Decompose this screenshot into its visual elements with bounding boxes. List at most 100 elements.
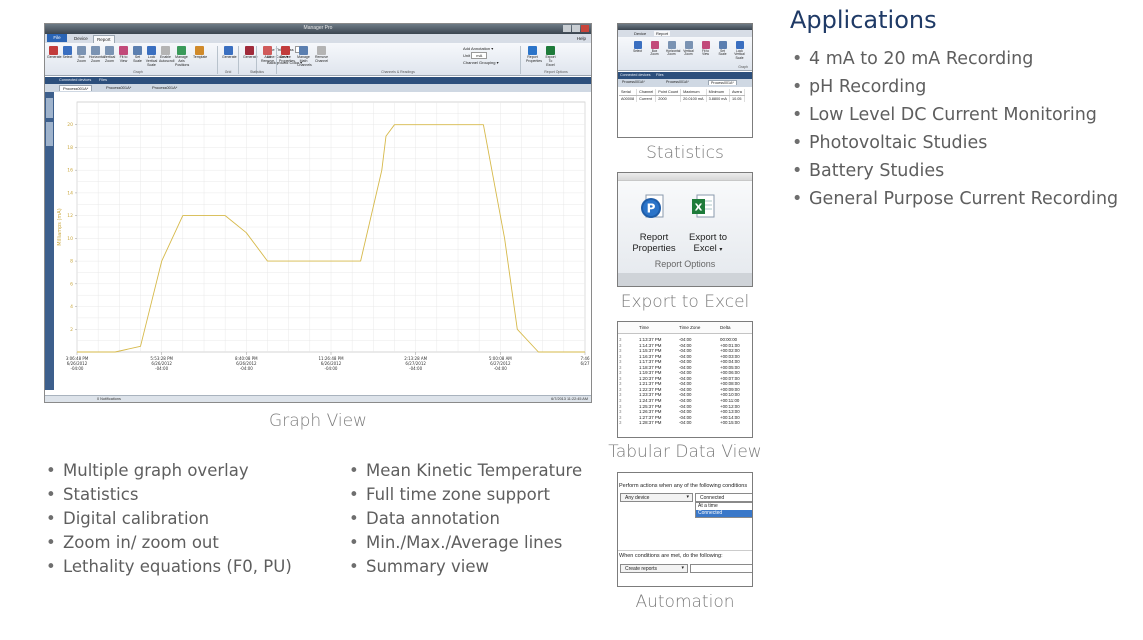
ribbon-button[interactable]: Template bbox=[193, 46, 207, 60]
caption-statistics: Statistics bbox=[646, 143, 724, 163]
ribbon-button-icon bbox=[133, 46, 142, 55]
stats-tab-device[interactable]: Device bbox=[632, 31, 648, 36]
ribbon-button[interactable]: Export To Excel bbox=[544, 46, 557, 67]
ribbon-button[interactable]: Box Zoom bbox=[75, 46, 88, 64]
ribbon-button-icon bbox=[546, 46, 555, 55]
doc-tab-3[interactable]: Process001A* bbox=[149, 85, 180, 90]
condition-select[interactable]: Connected bbox=[695, 493, 752, 502]
stats-tab-files[interactable]: Files bbox=[656, 73, 664, 77]
applications-list: 4 mA to 20 mA RecordingpH RecordingLow L… bbox=[790, 45, 1118, 213]
y-tick-label: 18 bbox=[67, 145, 73, 151]
ribbon-group-label: Grid bbox=[224, 70, 232, 74]
ribbon-button[interactable]: Manage Axis Positions bbox=[175, 46, 189, 67]
automation-prompt: Perform actions when any of the followin… bbox=[619, 483, 748, 489]
add-annotation-button[interactable]: Add Annotation bbox=[463, 46, 490, 51]
stats-ribbon-button[interactable]: Select bbox=[632, 41, 643, 53]
ribbon-button-icon bbox=[224, 46, 233, 55]
export-to-excel-button[interactable]: Export to Excel ▾ bbox=[682, 232, 734, 256]
stats-ribbon-button[interactable]: Fit to View bbox=[700, 41, 711, 57]
x-tick-label: -04:00 bbox=[409, 366, 422, 371]
ribbon-button[interactable]: Fit to View bbox=[117, 46, 130, 64]
excel-icon[interactable]: X bbox=[690, 193, 716, 221]
report-options-group-label: Report Options bbox=[654, 259, 716, 269]
stats-ribbon-button[interactable]: Set Scale bbox=[717, 41, 728, 57]
ribbon-button[interactable]: Report Properties bbox=[526, 46, 542, 64]
ribbon-button[interactable]: Manage Math Channels bbox=[297, 46, 312, 67]
report-properties-button[interactable]: Report Properties bbox=[626, 232, 682, 254]
delta-cell: +00:15:00 bbox=[720, 420, 740, 426]
maximize-icon[interactable] bbox=[572, 25, 580, 32]
stats-ribbon-button[interactable]: Vertical Zoom bbox=[683, 41, 694, 57]
close-icon[interactable] bbox=[581, 25, 589, 32]
action-parameter-field[interactable] bbox=[690, 564, 752, 573]
table-row[interactable]: A00008 Current 2000 20.0100 mA 3.8800 mA 10.0… bbox=[619, 95, 745, 102]
y-tick-label: 16 bbox=[67, 168, 73, 174]
ribbon-button-icon bbox=[91, 46, 100, 55]
report-properties-icon[interactable]: P bbox=[640, 193, 666, 221]
unit-select[interactable]: mA bbox=[471, 52, 488, 59]
table-row[interactable]: 3 1:28:37 PM -04:00 +00:15:00 bbox=[618, 420, 752, 426]
dropdown-option-at-a-time[interactable]: At a time bbox=[696, 503, 752, 510]
export-bottom-band bbox=[618, 273, 752, 286]
svg-text:X: X bbox=[695, 203, 703, 214]
side-tab-devices[interactable] bbox=[46, 98, 53, 118]
ribbon-button-icon bbox=[633, 41, 642, 49]
feature-item: Lethality equations (F0, PU) bbox=[44, 555, 292, 579]
x-tick-label: -04:00 bbox=[155, 366, 168, 371]
stats-ribbon-button[interactable]: Horizontal Zoom bbox=[666, 41, 680, 57]
ribbon-button[interactable]: Device Properties bbox=[279, 46, 295, 64]
stats-ribbon-group: Graph bbox=[738, 65, 748, 69]
x-tick-label: 6/27 bbox=[581, 361, 590, 366]
stats-doc-tab-2[interactable]: Process001A* bbox=[664, 80, 691, 84]
stats-tab-bar: Device Report bbox=[618, 30, 752, 37]
stats-tab-connected[interactable]: Connected devices bbox=[620, 73, 651, 77]
tab-report[interactable]: Report bbox=[93, 35, 115, 43]
doc-tab-2[interactable]: Process001A* bbox=[103, 85, 134, 90]
minimize-icon[interactable] bbox=[563, 25, 571, 32]
ribbon-button[interactable]: Remove Channel bbox=[315, 46, 328, 64]
tab-file[interactable]: File bbox=[47, 34, 67, 42]
stats-ribbon-button[interactable]: Box Zoom bbox=[649, 41, 660, 57]
ribbon-button-icon bbox=[317, 46, 326, 55]
caption-graph-view: Graph View bbox=[269, 411, 367, 431]
ribbon-button[interactable]: Set Scale bbox=[131, 46, 144, 64]
tab-connected-devices[interactable]: Connected devices bbox=[59, 78, 91, 82]
application-item: Battery Studies bbox=[790, 157, 1118, 185]
column-time-zone[interactable]: Time Zone bbox=[679, 325, 700, 330]
doc-tab-1[interactable]: Process001A* bbox=[59, 85, 93, 91]
column-delta[interactable]: Delta bbox=[720, 325, 731, 330]
stats-tab-report[interactable]: Report bbox=[654, 31, 671, 36]
ribbon-button[interactable]: Add Remove bbox=[261, 46, 274, 64]
ribbon-button[interactable]: Vertical Zoom bbox=[103, 46, 116, 64]
ribbon-button-icon bbox=[105, 46, 114, 55]
channel-grouping-button[interactable]: Channel Grouping bbox=[463, 60, 495, 65]
tab-help[interactable]: Help bbox=[574, 35, 589, 42]
column-time[interactable]: Time bbox=[639, 325, 649, 330]
tab-files[interactable]: Files bbox=[99, 78, 107, 82]
ribbon-button-icon bbox=[63, 46, 72, 55]
feature-item: Summary view bbox=[347, 555, 582, 579]
side-panel bbox=[45, 92, 54, 390]
ribbon-button[interactable]: Enable Autoscroll bbox=[159, 46, 174, 64]
ribbon-button[interactable]: Generate bbox=[243, 46, 258, 60]
dropdown-option-connected[interactable]: Connected bbox=[696, 510, 752, 517]
graph-chart[interactable]: 2468101214161820Milliamps (mA)3:06:48 PM… bbox=[55, 94, 591, 390]
ribbon-button[interactable]: Select bbox=[61, 46, 74, 60]
ribbon-button[interactable]: Horizontal Zoom bbox=[89, 46, 105, 64]
chevron-down-icon: ▾ bbox=[686, 494, 689, 500]
device-select[interactable]: Any device ▾ bbox=[620, 493, 693, 502]
stats-doc-tab-3[interactable]: Process001A* bbox=[708, 80, 737, 85]
tab-device[interactable]: Device bbox=[71, 35, 91, 42]
ribbon-button[interactable]: Generate bbox=[222, 46, 237, 60]
stats-doc-tab-1[interactable]: Process001A* bbox=[620, 80, 647, 84]
feature-item: Min./Max./Average lines bbox=[347, 531, 582, 555]
ribbon-button[interactable]: Generate bbox=[47, 46, 62, 60]
notifications-status[interactable]: 0 Notifications bbox=[97, 397, 121, 401]
side-tab-files[interactable] bbox=[46, 122, 53, 146]
caption-automation: Automation bbox=[635, 592, 735, 612]
stats-ribbon-button[interactable]: Lock Vertical Scale bbox=[734, 41, 745, 60]
ribbon-button-icon bbox=[161, 46, 170, 55]
ribbon-button[interactable]: Lock Vertical Scale bbox=[145, 46, 158, 67]
ribbon-button-icon bbox=[718, 41, 727, 49]
action-select[interactable]: Create reports ▾ bbox=[620, 564, 688, 573]
